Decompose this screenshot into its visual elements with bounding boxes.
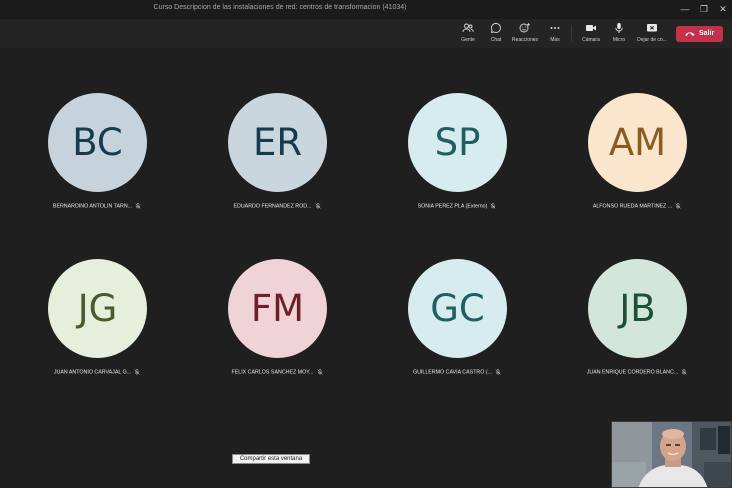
camera-icon — [586, 25, 596, 31]
muted-mic-icon — [135, 203, 141, 209]
self-view-video[interactable] — [611, 421, 732, 488]
participant-name-text: ALFONSO RUEDA MARTINEZ ... — [592, 203, 673, 210]
participant-name: EDUARDO FERNANDEZ ROD... — [202, 203, 352, 209]
participant-name-text: JUAN ANTONIO CARVAJAL G... — [53, 369, 132, 376]
participant-name: JUAN ENRIQUE CORDERO BLANC... — [562, 369, 712, 375]
participant-avatar: FM — [228, 259, 327, 358]
leave-label: Salir — [699, 30, 715, 37]
participant-avatar: GC — [408, 259, 507, 358]
close-icon[interactable]: ✕ — [716, 3, 730, 16]
microphone-icon — [615, 23, 623, 33]
chat-icon — [490, 23, 501, 34]
muted-mic-icon — [134, 369, 140, 375]
participant-name-text: BERNARDINO ANTOLIN TARN... — [52, 203, 133, 210]
muted-mic-icon — [490, 203, 496, 209]
participant-name-text: JUAN ENRIQUE CORDERO BLANC... — [586, 369, 679, 376]
participant-name: JUAN ANTONIO CARVAJAL G... — [22, 369, 172, 375]
stop-share-button[interactable]: Dejar de co... — [635, 21, 669, 46]
participant-name-text: EDUARDO FERNANDEZ ROD... — [233, 203, 312, 210]
participant-tile[interactable]: ER EDUARDO FERNANDEZ ROD... — [202, 93, 352, 223]
participant-name: GUILLERMO CAVIA CASTRO (... — [382, 369, 532, 375]
participant-avatar: JG — [48, 259, 147, 358]
muted-mic-icon — [675, 203, 681, 209]
muted-mic-icon — [681, 369, 687, 375]
leave-button[interactable]: Salir — [676, 26, 723, 42]
participant-tile[interactable]: JB JUAN ENRIQUE CORDERO BLANC... — [562, 259, 712, 389]
muted-mic-icon — [316, 369, 323, 375]
participant-name: FELIX CARLOS SANCHEZ MOY... — [202, 369, 352, 375]
participant-tile[interactable]: SP SONIA PEREZ PLA (Externo) — [382, 93, 532, 223]
participant-tile[interactable]: BC BERNARDINO ANTOLIN TARN... — [22, 93, 172, 223]
participant-avatar: ER — [228, 93, 327, 192]
participant-avatar: BC — [48, 93, 147, 192]
people-icon — [462, 23, 474, 33]
stop-share-icon — [647, 24, 657, 32]
reactions-label: Reacciones — [511, 37, 539, 43]
meeting-toolbar: Gente Chat Reacciones Más Cámara Micro D… — [0, 19, 732, 48]
reactions-button[interactable]: Reacciones — [508, 21, 542, 46]
participant-tile[interactable]: AM ALFONSO RUEDA MARTINEZ ... — [562, 93, 712, 223]
participant-avatar: AM — [588, 93, 687, 192]
self-view-image — [612, 422, 731, 487]
toolbar-divider — [571, 25, 572, 41]
window-title: Curso Descripcion de las instalaciones d… — [153, 4, 407, 11]
reactions-icon — [519, 23, 530, 33]
mic-label: Micro — [612, 37, 626, 43]
participant-avatar: JB — [588, 259, 687, 358]
muted-mic-icon — [495, 369, 501, 375]
participant-name: BERNARDINO ANTOLIN TARN... — [22, 203, 172, 209]
participant-name: SONIA PEREZ PLA (Externo) — [382, 203, 532, 209]
muted-mic-icon — [314, 203, 321, 209]
more-button[interactable]: Más — [538, 21, 572, 46]
participant-tile[interactable]: JG JUAN ANTONIO CARVAJAL G... — [22, 259, 172, 389]
more-label: Más — [550, 37, 560, 43]
share-window-button[interactable]: Compartir esta ventana — [232, 454, 310, 464]
participant-tile[interactable]: FM FELIX CARLOS SANCHEZ MOY... — [202, 259, 352, 389]
participant-name: ALFONSO RUEDA MARTINEZ ... — [562, 203, 712, 209]
restore-icon[interactable]: ❐ — [697, 3, 711, 16]
participant-avatar: SP — [408, 93, 507, 192]
title-bar: Curso Descripcion de las instalaciones d… — [0, 0, 732, 19]
participant-name-text: FELIX CARLOS SANCHEZ MOY... — [231, 369, 314, 376]
mic-button[interactable]: Micro — [602, 21, 636, 46]
participant-name-text: GUILLERMO CAVIA CASTRO (... — [412, 369, 493, 376]
minimize-icon[interactable]: — — [678, 3, 692, 16]
phone-hangup-icon — [685, 32, 695, 36]
more-icon — [550, 27, 560, 29]
participant-tile[interactable]: GC GUILLERMO CAVIA CASTRO (... — [382, 259, 532, 389]
stop-share-label: Dejar de co... — [637, 37, 667, 43]
participant-name-text: SONIA PEREZ PLA (Externo) — [417, 203, 488, 210]
